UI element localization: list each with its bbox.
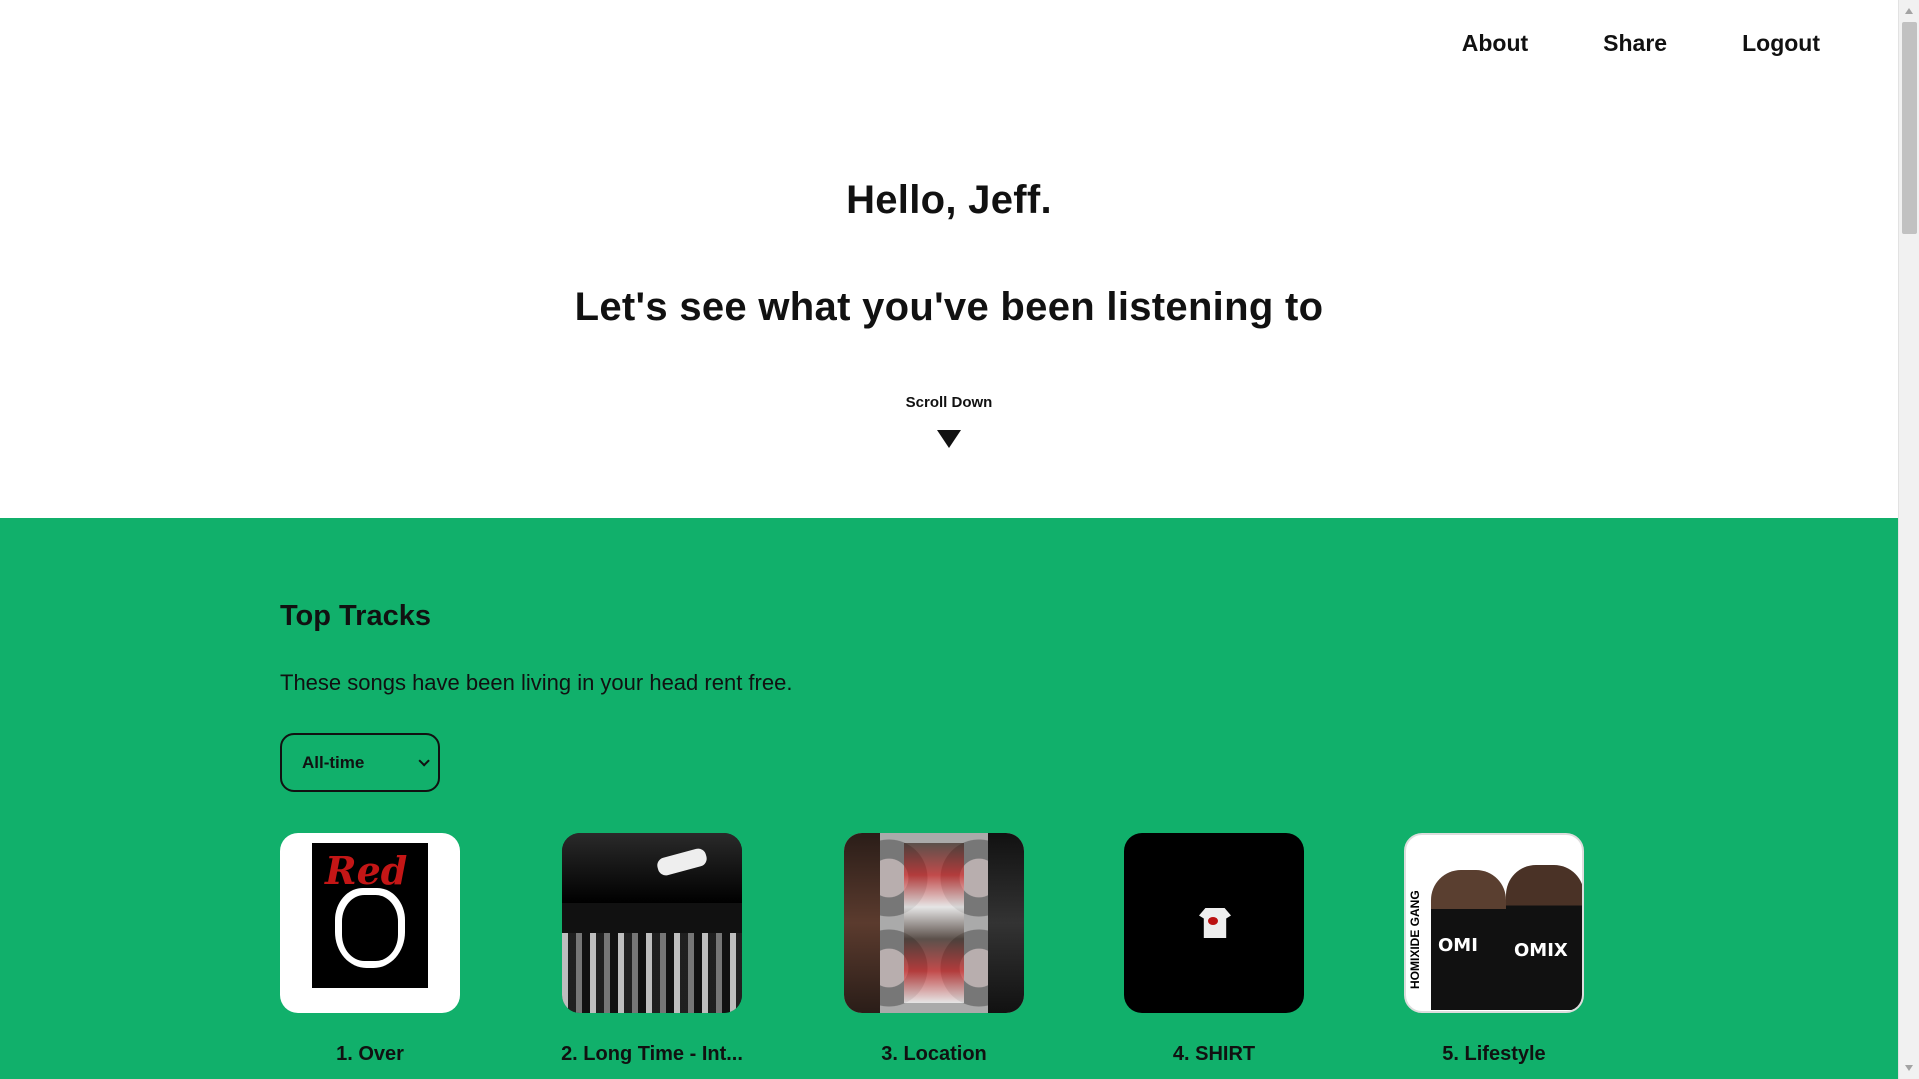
album-cover bbox=[562, 833, 742, 1013]
scroll-up-arrow-icon[interactable] bbox=[1905, 8, 1913, 14]
track-title: 5. Lifestyle bbox=[1442, 1043, 1546, 1065]
hero-subtitle: Let's see what you've been listening to bbox=[574, 285, 1324, 329]
cover-art-shirt-text: OMI bbox=[1438, 935, 1478, 956]
track-card[interactable]: 3. Location bbox=[844, 833, 1024, 1065]
top-tracks-section: Top Tracks These songs have been living … bbox=[0, 518, 1898, 1079]
vertical-scrollbar[interactable] bbox=[1898, 0, 1919, 1079]
section-description: These songs have been living in your hea… bbox=[280, 670, 793, 695]
scroll-down-label[interactable]: Scroll Down bbox=[0, 394, 1898, 411]
down-triangle-icon[interactable] bbox=[937, 430, 961, 448]
greeting-heading: Hello, Jeff. bbox=[846, 178, 1052, 222]
track-title: 1. Over bbox=[336, 1043, 404, 1065]
scrollbar-thumb[interactable] bbox=[1902, 22, 1917, 234]
section-title: Top Tracks bbox=[280, 600, 431, 632]
page: About Share Logout Hello, Jeff. Let's se… bbox=[0, 0, 1919, 1079]
chevron-down-icon bbox=[418, 754, 430, 767]
track-title: 2. Long Time - Int... bbox=[561, 1043, 743, 1065]
cover-art-text: Red bbox=[325, 848, 408, 893]
album-cover bbox=[1124, 833, 1304, 1013]
top-nav: About Share Logout bbox=[1462, 30, 1820, 57]
nav-logout-link[interactable]: Logout bbox=[1742, 30, 1820, 57]
scroll-down-arrow-icon[interactable] bbox=[1905, 1065, 1913, 1071]
cover-art-side-text: HOMIXIDE GANG bbox=[1408, 875, 1424, 1005]
hero-section: About Share Logout Hello, Jeff. Let's se… bbox=[0, 0, 1898, 518]
nav-share-link[interactable]: Share bbox=[1603, 30, 1667, 57]
time-range-select[interactable]: All-time bbox=[280, 733, 440, 792]
track-card[interactable]: 4. SHIRT bbox=[1124, 833, 1304, 1065]
cover-art-shirt-text: OMIX bbox=[1514, 940, 1568, 961]
track-card[interactable]: 2. Long Time - Int... bbox=[561, 833, 743, 1065]
time-range-selected-value: All-time bbox=[302, 752, 365, 772]
track-title: 4. SHIRT bbox=[1172, 1043, 1256, 1065]
album-cover: HOMIXIDE GANG OMI OMIX bbox=[1404, 833, 1584, 1013]
album-cover: Red bbox=[280, 833, 460, 1013]
track-title: 3. Location bbox=[881, 1043, 987, 1065]
track-card[interactable]: HOMIXIDE GANG OMI OMIX 5. Lifestyle bbox=[1404, 833, 1584, 1065]
main-content: About Share Logout Hello, Jeff. Let's se… bbox=[0, 0, 1898, 1079]
album-cover bbox=[844, 833, 1024, 1013]
track-card[interactable]: Red 1. Over bbox=[280, 833, 460, 1065]
nav-about-link[interactable]: About bbox=[1462, 30, 1528, 57]
tracks-grid: Red 1. Over 2. Long Time - Int... 3. Loc… bbox=[0, 833, 1898, 1079]
